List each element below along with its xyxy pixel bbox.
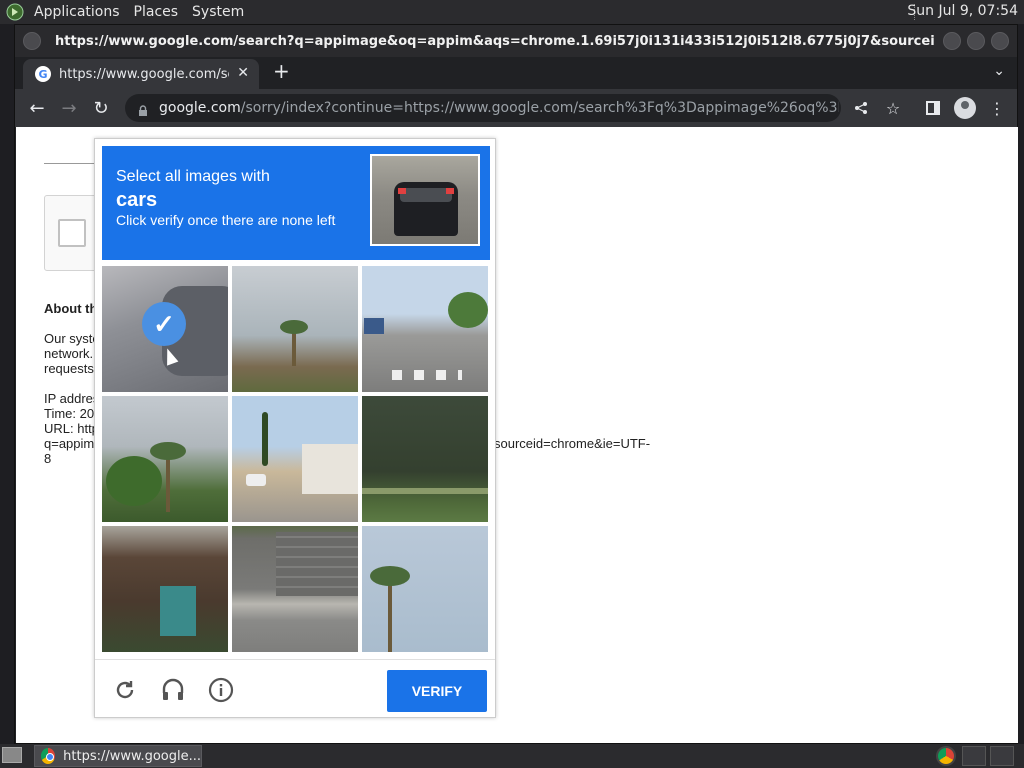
captcha-instruction: Select all images with bbox=[116, 168, 270, 185]
gnome-foot-icon[interactable] bbox=[4, 1, 26, 23]
tile-grass-field[interactable] bbox=[362, 396, 488, 522]
cypress-tree bbox=[262, 412, 268, 466]
parked-car bbox=[246, 474, 266, 486]
back-arrow-icon[interactable]: ← bbox=[21, 98, 53, 119]
checkmark-icon: ✓ bbox=[142, 302, 186, 346]
info-time: Time: 20 bbox=[44, 406, 95, 421]
close-tab-icon[interactable]: ✕ bbox=[237, 65, 249, 81]
tile-street-crosswalk[interactable] bbox=[362, 266, 488, 392]
tile-car-closeup[interactable]: ✓ bbox=[102, 266, 228, 392]
captcha-subinstruction: Click verify once there are none left bbox=[116, 212, 336, 228]
tray-chrome-icon[interactable] bbox=[936, 746, 956, 766]
url-path: /sorry/index?continue=https://www.google… bbox=[240, 100, 839, 116]
browser-toolbar: ← → ↻ google.com/sorry/index?continue=ht… bbox=[15, 89, 1017, 127]
menu-places[interactable]: Places bbox=[134, 4, 179, 20]
tile-house-door[interactable] bbox=[102, 526, 228, 652]
recaptcha-checkbox[interactable] bbox=[58, 219, 86, 247]
top-panel: Applications Places System Sun Jul 9, 07… bbox=[0, 0, 1024, 24]
url-tail-text: sourceid=chrome&ie=UTF- bbox=[494, 436, 651, 451]
url-host: google.com bbox=[159, 100, 241, 116]
tab-title: https://www.google.com/search bbox=[59, 66, 229, 82]
menu-applications[interactable]: Applications bbox=[34, 4, 120, 20]
body-line-3: requests bbox=[44, 361, 94, 376]
captcha-challenge: Select all images with cars Click verify… bbox=[94, 138, 496, 718]
captcha-target: cars bbox=[116, 189, 158, 211]
window-titlebar[interactable]: https://www.google.com/search?q=appimage… bbox=[15, 25, 1017, 57]
audio-challenge-headphones-icon[interactable] bbox=[159, 676, 187, 704]
house bbox=[302, 444, 358, 494]
palm-trunk bbox=[166, 452, 170, 512]
taskbar-item-label: https://www.google... bbox=[63, 748, 201, 764]
kebab-menu-icon[interactable]: ⋮ bbox=[985, 89, 1009, 127]
palm-trunk bbox=[388, 580, 392, 652]
bush bbox=[106, 456, 162, 506]
wall-blocks bbox=[276, 532, 358, 596]
bus bbox=[364, 318, 384, 334]
tile-palm-wall[interactable] bbox=[232, 266, 358, 392]
bookmark-star-icon[interactable]: ☆ bbox=[881, 89, 905, 127]
captcha-header: Select all images with cars Click verify… bbox=[102, 146, 490, 260]
tree bbox=[448, 292, 488, 328]
reload-icon[interactable]: ↻ bbox=[85, 98, 117, 119]
info-ip: IP addres bbox=[44, 391, 100, 406]
address-url: google.com/sorry/index?continue=https://… bbox=[159, 100, 839, 116]
minimize-button[interactable] bbox=[943, 32, 961, 50]
tile-palm-trees[interactable] bbox=[102, 396, 228, 522]
body-line-2: network. bbox=[44, 346, 94, 361]
maximize-button[interactable] bbox=[967, 32, 985, 50]
tab-google-search[interactable]: G https://www.google.com/search ✕ bbox=[23, 59, 259, 89]
captcha-footer: VERIFY bbox=[95, 659, 495, 717]
window-title: https://www.google.com/search?q=appimage… bbox=[55, 33, 935, 49]
about-heading: About th bbox=[44, 301, 98, 316]
palm-fronds bbox=[150, 442, 186, 460]
workspace-2[interactable] bbox=[990, 746, 1014, 766]
forward-arrow-icon[interactable]: → bbox=[53, 98, 85, 119]
clock[interactable]: Sun Jul 9, 07:54 bbox=[907, 3, 1018, 19]
fence bbox=[362, 488, 488, 494]
crosswalk-stripes bbox=[392, 370, 462, 380]
tile-stone-wall[interactable] bbox=[232, 526, 358, 652]
verify-button[interactable]: VERIFY bbox=[387, 670, 487, 712]
tile-palm-sky[interactable] bbox=[362, 526, 488, 652]
google-favicon-icon: G bbox=[35, 66, 51, 82]
profile-avatar[interactable] bbox=[953, 89, 977, 127]
body-line-1: Our syste bbox=[44, 331, 100, 346]
avatar-icon bbox=[954, 97, 976, 119]
bottom-panel: https://www.google... bbox=[0, 744, 1024, 768]
teal-door bbox=[160, 586, 196, 636]
workspace-1[interactable] bbox=[962, 746, 986, 766]
tile-street-houses[interactable] bbox=[232, 396, 358, 522]
menu-system[interactable]: System bbox=[192, 4, 244, 20]
palm-fronds bbox=[370, 566, 410, 586]
sample-taillight bbox=[446, 188, 454, 194]
info-url: URL: http bbox=[44, 421, 99, 436]
captcha-sample-image bbox=[370, 154, 480, 246]
share-icon[interactable] bbox=[849, 89, 873, 127]
tab-strip: G https://www.google.com/search ✕ + ⌄ bbox=[15, 57, 1017, 89]
close-window-button[interactable] bbox=[991, 32, 1009, 50]
tab-search-chevron-icon[interactable]: ⌄ bbox=[993, 63, 1005, 79]
taskbar-item-chrome[interactable]: https://www.google... bbox=[34, 745, 202, 767]
show-desktop-icon[interactable] bbox=[2, 747, 22, 763]
palm-fronds bbox=[280, 320, 308, 334]
info-icon[interactable] bbox=[207, 676, 235, 704]
window-menu-button[interactable] bbox=[23, 32, 41, 50]
sample-taillight bbox=[398, 188, 406, 194]
new-tab-icon[interactable]: + bbox=[273, 59, 290, 83]
chrome-icon bbox=[41, 748, 56, 764]
reload-captcha-icon[interactable] bbox=[111, 676, 139, 704]
side-panel-icon[interactable] bbox=[921, 89, 945, 127]
captcha-grid: ✓ bbox=[102, 266, 490, 654]
address-bar[interactable]: google.com/sorry/index?continue=https://… bbox=[125, 94, 841, 122]
lock-icon[interactable] bbox=[137, 102, 149, 116]
info-url-cont: q=appim bbox=[44, 436, 95, 451]
info-url-end: 8 bbox=[44, 451, 52, 466]
